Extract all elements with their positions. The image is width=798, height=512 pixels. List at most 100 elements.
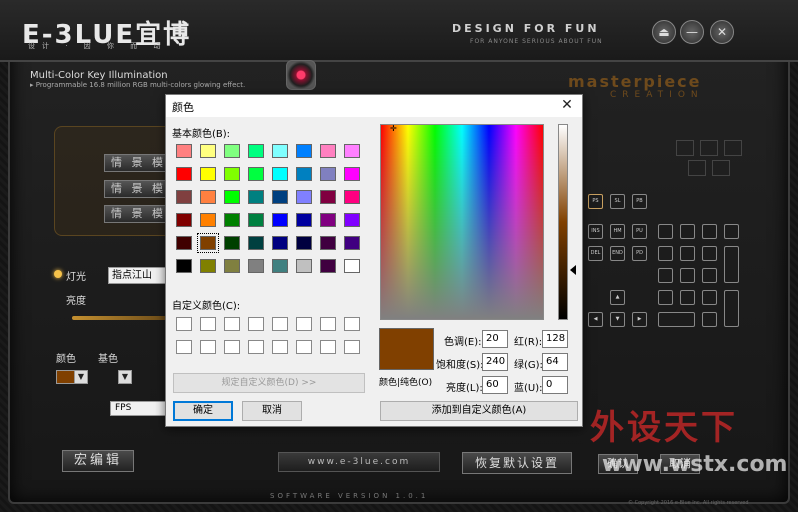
basic-color-swatch[interactable]: [320, 167, 336, 181]
custom-color-swatch[interactable]: [248, 317, 264, 331]
basic-color-swatch[interactable]: [272, 190, 288, 204]
key-pgdn[interactable]: PD: [632, 246, 647, 261]
basic-color-swatch[interactable]: [320, 236, 336, 250]
luminance-bar[interactable]: [558, 124, 568, 320]
basic-color-swatch[interactable]: [296, 236, 312, 250]
basic-color-swatch[interactable]: [344, 190, 360, 204]
fps-field[interactable]: FPS: [110, 401, 166, 416]
basic-color-swatch[interactable]: [224, 259, 240, 273]
basic-color-swatch[interactable]: [176, 167, 192, 181]
basic-color-swatch[interactable]: [224, 190, 240, 204]
custom-color-swatch[interactable]: [176, 340, 192, 354]
numpad-key[interactable]: [724, 246, 739, 283]
basic-color-swatch[interactable]: [320, 259, 336, 273]
cancel-button[interactable]: 取消: [242, 401, 302, 421]
brightness-slider[interactable]: [72, 316, 168, 320]
numpad-key[interactable]: [724, 290, 739, 327]
numpad-key[interactable]: [658, 312, 695, 327]
key-ps[interactable]: PS: [588, 194, 603, 209]
basic-color-swatch[interactable]: [248, 167, 264, 181]
custom-color-swatch[interactable]: [224, 317, 240, 331]
basic-color-swatch[interactable]: [248, 144, 264, 158]
basic-color-swatch[interactable]: [224, 213, 240, 227]
basic-color-swatch[interactable]: [176, 213, 192, 227]
key-del[interactable]: DEL: [588, 246, 603, 261]
numpad-key[interactable]: [658, 290, 673, 305]
key-home[interactable]: HM: [610, 224, 625, 239]
custom-color-swatch[interactable]: [248, 340, 264, 354]
custom-color-swatch[interactable]: [224, 340, 240, 354]
numpad-key[interactable]: [702, 268, 717, 283]
numpad-key[interactable]: [724, 224, 739, 239]
dialog-close-icon[interactable]: ✕: [558, 97, 576, 113]
key-right[interactable]: ▶: [632, 312, 647, 327]
basic-color-swatch[interactable]: [296, 190, 312, 204]
numpad-key[interactable]: [702, 224, 717, 239]
basic-color-swatch[interactable]: [200, 213, 216, 227]
blue-input[interactable]: 0: [542, 376, 568, 394]
basic-color-swatch[interactable]: [248, 236, 264, 250]
basic-color-swatch[interactable]: [272, 167, 288, 181]
ok-button[interactable]: 确定: [173, 401, 233, 421]
numpad-key[interactable]: [702, 290, 717, 305]
key-left[interactable]: ◀: [588, 312, 603, 327]
custom-color-swatch[interactable]: [272, 340, 288, 354]
basic-color-swatch[interactable]: [320, 213, 336, 227]
basic-color-swatch[interactable]: [344, 259, 360, 273]
green-input[interactable]: 64: [542, 353, 568, 371]
basic-color-swatch[interactable]: [224, 167, 240, 181]
basic-color-swatch[interactable]: [200, 190, 216, 204]
color-dropdown-arrow[interactable]: ▼: [74, 370, 88, 384]
luminance-arrow-icon[interactable]: [570, 265, 576, 275]
color-spectrum[interactable]: [380, 124, 544, 320]
red-input[interactable]: 128: [542, 330, 568, 348]
basic-color-swatch[interactable]: [248, 259, 264, 273]
basic-color-swatch[interactable]: [296, 259, 312, 273]
basic-color-swatch[interactable]: [200, 144, 216, 158]
minimize-button[interactable]: —: [680, 20, 704, 44]
key-sl[interactable]: SL: [610, 194, 625, 209]
basic-color-swatch[interactable]: [272, 213, 288, 227]
basic-color-swatch[interactable]: [344, 167, 360, 181]
custom-color-swatch[interactable]: [344, 340, 360, 354]
custom-color-swatch[interactable]: [296, 340, 312, 354]
key-up[interactable]: ▲: [610, 290, 625, 305]
key-end[interactable]: END: [610, 246, 625, 261]
basic-color-swatch[interactable]: [176, 144, 192, 158]
numpad-key[interactable]: [680, 290, 695, 305]
basic-color-swatch[interactable]: [248, 213, 264, 227]
lamp-radio[interactable]: [54, 270, 62, 278]
numpad-key[interactable]: [680, 268, 695, 283]
base-color-dropdown-arrow[interactable]: ▼: [118, 370, 132, 384]
key-down[interactable]: ▼: [610, 312, 625, 327]
custom-color-swatch[interactable]: [272, 317, 288, 331]
basic-color-swatch[interactable]: [344, 236, 360, 250]
numpad-key[interactable]: [680, 246, 695, 261]
custom-color-swatch[interactable]: [344, 317, 360, 331]
basic-color-swatch[interactable]: [320, 190, 336, 204]
numpad-key[interactable]: [680, 224, 695, 239]
basic-color-swatch[interactable]: [176, 190, 192, 204]
basic-color-swatch[interactable]: [197, 233, 219, 253]
key-ins[interactable]: INS: [588, 224, 603, 239]
close-button[interactable]: ✕: [710, 20, 734, 44]
basic-color-swatch[interactable]: [200, 167, 216, 181]
numpad-key[interactable]: [658, 268, 673, 283]
basic-color-swatch[interactable]: [272, 236, 288, 250]
custom-color-swatch[interactable]: [296, 317, 312, 331]
scene-mode-button-1[interactable]: 情 景 模 式: [104, 154, 170, 172]
basic-color-swatch[interactable]: [296, 167, 312, 181]
basic-color-swatch[interactable]: [272, 144, 288, 158]
eject-button[interactable]: ⏏: [652, 20, 676, 44]
luminance-input[interactable]: 60: [482, 376, 508, 394]
scene-mode-button-2[interactable]: 情 景 模 式: [104, 180, 170, 198]
basic-color-swatch[interactable]: [272, 259, 288, 273]
custom-color-swatch[interactable]: [200, 317, 216, 331]
numpad-key[interactable]: [702, 246, 717, 261]
saturation-input[interactable]: 240: [482, 353, 508, 371]
basic-color-swatch[interactable]: [296, 213, 312, 227]
website-link[interactable]: www.e-3lue.com: [278, 452, 440, 472]
custom-color-swatch[interactable]: [320, 340, 336, 354]
scene-mode-button-3[interactable]: 情 景 模 式: [104, 205, 170, 223]
basic-color-swatch[interactable]: [224, 236, 240, 250]
